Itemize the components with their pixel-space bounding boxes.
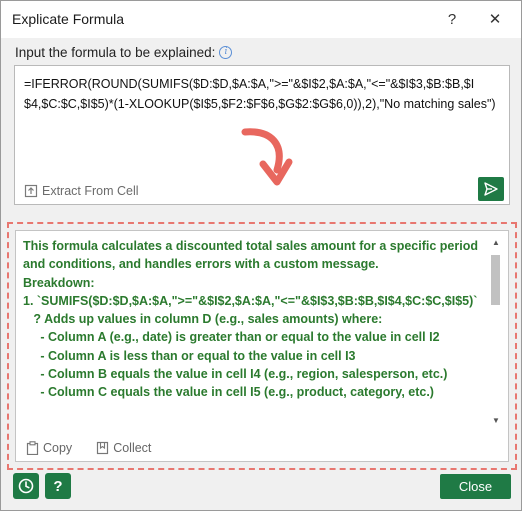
clipboard-icon (26, 441, 39, 455)
formula-input-label-text: Input the formula to be explained: (15, 45, 216, 60)
send-button[interactable] (478, 177, 504, 201)
clock-icon (18, 478, 34, 494)
copy-button[interactable]: Copy (26, 441, 72, 455)
formula-text[interactable]: =IFERROR(ROUND(SUMIFS($D:$D,$A:$A,">="&$… (24, 74, 502, 114)
extract-from-cell-button[interactable]: Extract From Cell (24, 184, 139, 198)
scroll-thumb[interactable] (491, 255, 500, 305)
arrow-down-icon (241, 128, 293, 186)
explanation-text[interactable]: This formula calculates a discounted tot… (23, 237, 485, 429)
explanation-line: 1. `SUMIFS($D:$D,$A:$A,">="&$I$2,$A:$A,"… (23, 293, 478, 308)
extract-icon (24, 184, 38, 198)
formula-input[interactable]: =IFERROR(ROUND(SUMIFS($D:$D,$A:$A,">="&$… (14, 65, 510, 205)
explicate-formula-dialog: Explicate Formula ? ✕ Input the formula … (0, 0, 522, 511)
info-icon[interactable]: i (219, 46, 233, 59)
history-button[interactable] (13, 473, 39, 499)
explanation-line: - Column B equals the value in cell I4 (… (23, 367, 448, 382)
explanation-actions: Copy Collect (26, 441, 151, 455)
scroll-down-icon[interactable]: ▼ (489, 415, 503, 427)
extract-label: Extract From Cell (42, 184, 139, 198)
close-button[interactable]: Close (440, 474, 511, 499)
explanation-line: - Column A (e.g., date) is greater than … (23, 330, 440, 345)
collect-label: Collect (113, 441, 152, 455)
explanation-line: ? Adds up values in column D (e.g., sale… (23, 312, 383, 327)
explanation-line: - Column A is less than or equal to the … (23, 348, 356, 363)
copy-label: Copy (43, 441, 73, 455)
help-button[interactable]: ? (438, 6, 466, 32)
explanation-line: Breakdown: (23, 275, 95, 290)
title-bar: Explicate Formula ? ✕ (1, 1, 521, 38)
scroll-up-icon[interactable]: ▲ (489, 237, 503, 249)
explanation-line: This formula calculates a discounted tot… (23, 239, 482, 272)
collect-button[interactable]: Collect (96, 441, 151, 455)
vertical-scrollbar[interactable]: ▲ ▼ (489, 237, 503, 427)
dialog-title: Explicate Formula (12, 11, 125, 27)
explanation-panel: This formula calculates a discounted tot… (15, 230, 509, 462)
footer-help-button[interactable]: ? (45, 473, 71, 499)
formula-input-label: Input the formula to be explained: i (15, 45, 233, 60)
bookmark-icon (97, 441, 109, 455)
close-icon[interactable]: ✕ (481, 6, 509, 32)
explanation-line: - Column C equals the value in cell I5 (… (23, 385, 434, 400)
send-icon (484, 182, 498, 196)
